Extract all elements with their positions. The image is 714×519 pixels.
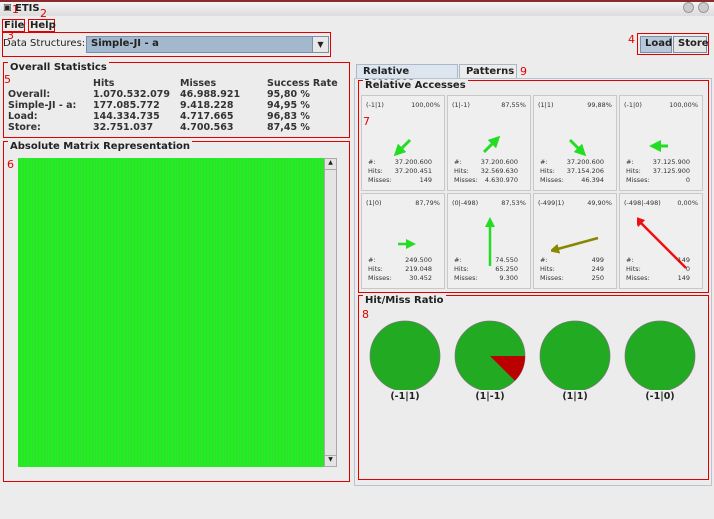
cell-hits: 37.200.451 xyxy=(394,167,432,175)
scroll-up-icon[interactable]: ▲ xyxy=(325,159,336,170)
load-store-group: Load Store xyxy=(637,33,709,55)
header-hits: Hits xyxy=(93,78,115,89)
app-icon: ▣ xyxy=(3,3,12,13)
data-structures-label: Data Structures: xyxy=(3,38,86,49)
cell-percent: 87,53% xyxy=(501,199,526,207)
relative-access-cell: (-499|1) 49,90% #: 499 Hits: 249 Misses: 25… xyxy=(533,193,617,289)
store-button[interactable]: Store xyxy=(673,36,709,53)
cell-percent: 0,00% xyxy=(677,199,698,207)
cell-key: (-1|1) xyxy=(366,101,384,109)
minimize-button[interactable] xyxy=(683,2,694,13)
pie-hit-slice xyxy=(539,320,611,390)
chevron-down-icon[interactable]: ▼ xyxy=(312,37,328,52)
scroll-down-icon[interactable]: ▼ xyxy=(325,455,336,466)
data-structures-value: Simple-JI - a xyxy=(91,38,159,49)
pie-hit-slice xyxy=(624,320,696,390)
cell-misses: 0 xyxy=(685,176,690,184)
cell-misses: 30.452 xyxy=(409,274,432,282)
pie-label: (-1|0) xyxy=(645,391,675,402)
annotation-2: 2 xyxy=(40,7,47,20)
cell-percent: 49,90% xyxy=(587,199,612,207)
cell-count: 37.200.600 xyxy=(480,158,518,166)
annotation-6: 6 xyxy=(7,158,14,171)
vertical-scrollbar[interactable]: ▲ ▼ xyxy=(324,158,337,467)
cell-misses: 4.630.970 xyxy=(484,176,518,184)
cell-percent: 100,00% xyxy=(411,101,440,109)
tab-patterns[interactable]: Patterns xyxy=(459,64,517,79)
cell-misses: 9.300 xyxy=(499,274,518,282)
matrix-canvas[interactable] xyxy=(18,158,324,467)
cell-key: (1|1) xyxy=(538,101,554,109)
cell-hits: 37.125.900 xyxy=(652,167,690,175)
tab-relative-accesses[interactable]: Relative Accesses xyxy=(356,64,458,88)
table-row: Overall: 1.070.532.079 46.988.921 95,80 % xyxy=(8,89,310,100)
annotation-1: 1 xyxy=(12,3,19,16)
cell-key: (-498|-498) xyxy=(624,199,661,207)
hit-miss-pies xyxy=(369,320,696,390)
relative-access-cell: (1|0) 87,79% #: 249.500 Hits: 219.048 Miss… xyxy=(361,193,445,289)
cell-hits: 37.154.206 xyxy=(566,167,604,175)
cell-key: (1|-1) xyxy=(452,101,470,109)
annotation-7: 7 xyxy=(363,115,370,128)
header-misses: Misses xyxy=(180,78,217,89)
cell-count: 37.125.900 xyxy=(652,158,690,166)
relative-access-cell: (-1|1) 100,00% #: 37.200.600 Hits: 37.200.… xyxy=(361,95,445,191)
cell-count: 249.500 xyxy=(405,256,432,264)
cell-count: 37.200.600 xyxy=(394,158,432,166)
cell-key: (0|-498) xyxy=(452,199,479,207)
matrix-panel: Absolute Matrix Representation 6 ▲ ▼ xyxy=(3,141,350,482)
header-success-rate: Success Rate xyxy=(267,78,338,89)
statistics-table: Hits Misses Success Rate Overall: 1.070.532… xyxy=(8,78,338,133)
pie-label: (1|1) xyxy=(562,391,588,402)
pie-label: (1|-1) xyxy=(475,391,505,402)
table-row: Load: 144.334.735 4.717.665 96,83 % xyxy=(8,111,310,122)
cell-percent: 87,55% xyxy=(501,101,526,109)
cell-hits: 65.250 xyxy=(495,265,518,273)
cell-misses: 149 xyxy=(677,274,690,282)
pie-hit-slice xyxy=(369,320,441,390)
cell-hits: 32.569.630 xyxy=(480,167,518,175)
table-row: Simple-JI - a: 177.085.772 9.418.228 94,95 … xyxy=(8,100,310,111)
relative-accesses-panel: Relative Accesses 7 (-1|1) 100,00% #: 37.… xyxy=(358,80,709,293)
cell-misses: 250 xyxy=(591,274,604,282)
cell-count: 499 xyxy=(591,256,604,264)
relative-access-cell: (1|1) 99,88% #: 37.200.600 Hits: 37.154.20… xyxy=(533,95,617,191)
matrix-title: Absolute Matrix Representation xyxy=(8,141,193,152)
relative-access-cell: (0|-498) 87,53% #: 74.550 Hits: 65.250 Mis… xyxy=(447,193,531,289)
table-row: Store: 32.751.037 4.700.563 87,45 % xyxy=(8,122,310,133)
cell-key: (1|0) xyxy=(366,199,382,207)
cell-percent: 87,79% xyxy=(415,199,440,207)
cell-misses: 46.394 xyxy=(581,176,604,184)
pie-label: (-1|1) xyxy=(390,391,420,402)
cell-key: (-1|0) xyxy=(624,101,642,109)
cell-count: 74.550 xyxy=(495,256,518,264)
cell-count: 37.200.600 xyxy=(566,158,604,166)
cell-misses: 149 xyxy=(419,176,432,184)
cell-percent: 100,00% xyxy=(669,101,698,109)
overall-statistics-title: Overall Statistics xyxy=(8,62,109,73)
cell-percent: 99,88% xyxy=(587,101,612,109)
relative-access-cell: (-1|0) 100,00% #: 37.125.900 Hits: 37.125.… xyxy=(619,95,703,191)
close-button[interactable] xyxy=(698,2,709,13)
cell-hits: 249 xyxy=(591,265,604,273)
overall-statistics-panel: Overall Statistics 5 Hits Misses Success R… xyxy=(3,62,350,138)
table-header-row: Hits Misses Success Rate xyxy=(8,78,338,89)
cell-key: (-499|1) xyxy=(538,199,565,207)
load-button[interactable]: Load xyxy=(640,36,672,53)
relative-access-cell: (1|-1) 87,55% #: 37.200.600 Hits: 32.569.6… xyxy=(447,95,531,191)
annotation-4: 4 xyxy=(628,33,635,46)
title-bar: ▣ ETIS xyxy=(0,0,714,16)
relative-accesses-title: Relative Accesses xyxy=(363,80,468,91)
data-structures-select[interactable]: Simple-JI - a ▼ xyxy=(86,36,329,53)
cell-count: 149 xyxy=(677,256,690,264)
hit-miss-title: Hit/Miss Ratio xyxy=(363,295,446,306)
cell-hits: 0 xyxy=(685,265,690,273)
cell-hits: 219.048 xyxy=(405,265,432,273)
menu-help[interactable]: Help xyxy=(28,19,56,32)
annotation-9: 9 xyxy=(520,65,527,78)
relative-access-cell: (-498|-498) 0,00% #: 149 Hits: 0 Misses: 14… xyxy=(619,193,703,289)
